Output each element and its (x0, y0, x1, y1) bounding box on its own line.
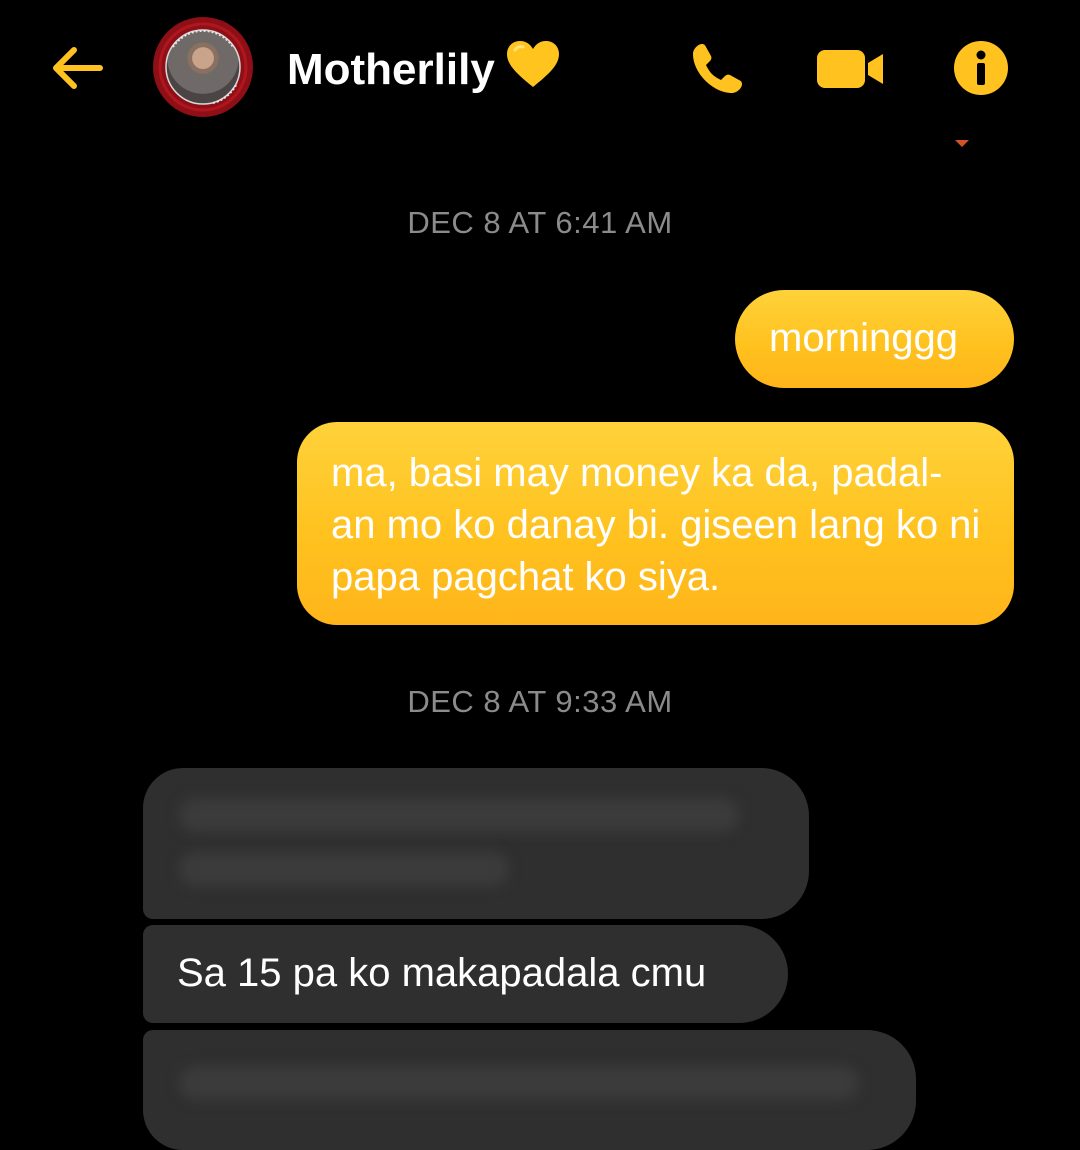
back-button[interactable] (44, 38, 108, 98)
redacted-text (179, 1066, 859, 1100)
avatar-frame (158, 22, 248, 112)
incoming-message-redacted[interactable] (143, 1030, 916, 1150)
contact-name[interactable]: Motherlily (287, 40, 561, 104)
phone-icon (693, 44, 742, 93)
yellow-heart-icon (505, 40, 561, 104)
avatar[interactable] (153, 17, 253, 117)
back-arrow-icon (53, 47, 103, 89)
info-icon (954, 41, 1008, 95)
contact-name-text: Motherlily (287, 45, 495, 94)
incoming-message[interactable]: Sa 15 pa ko makapadala cmu (143, 925, 788, 1023)
redacted-text (179, 852, 509, 886)
call-button[interactable] (688, 38, 748, 98)
video-camera-icon (817, 50, 883, 88)
timestamp: DEC 8 AT 9:33 AM (407, 684, 673, 719)
incoming-message-redacted[interactable] (143, 768, 809, 919)
message-text: morninggg (769, 316, 959, 360)
info-button[interactable] (951, 38, 1011, 98)
chat-header: Motherlily (0, 0, 1080, 147)
scroll-indicator-icon (955, 140, 969, 147)
outgoing-message[interactable]: ma, basi may money ka da, padal-an mo ko… (297, 422, 1014, 625)
timestamp: DEC 8 AT 6:41 AM (407, 205, 673, 240)
outgoing-message[interactable]: morninggg (735, 290, 1014, 388)
redacted-text (179, 798, 739, 832)
video-call-button[interactable] (815, 44, 887, 94)
message-text: ma, basi may money ka da, padal-an mo ko… (331, 451, 981, 599)
message-text: Sa 15 pa ko makapadala cmu (177, 951, 707, 995)
